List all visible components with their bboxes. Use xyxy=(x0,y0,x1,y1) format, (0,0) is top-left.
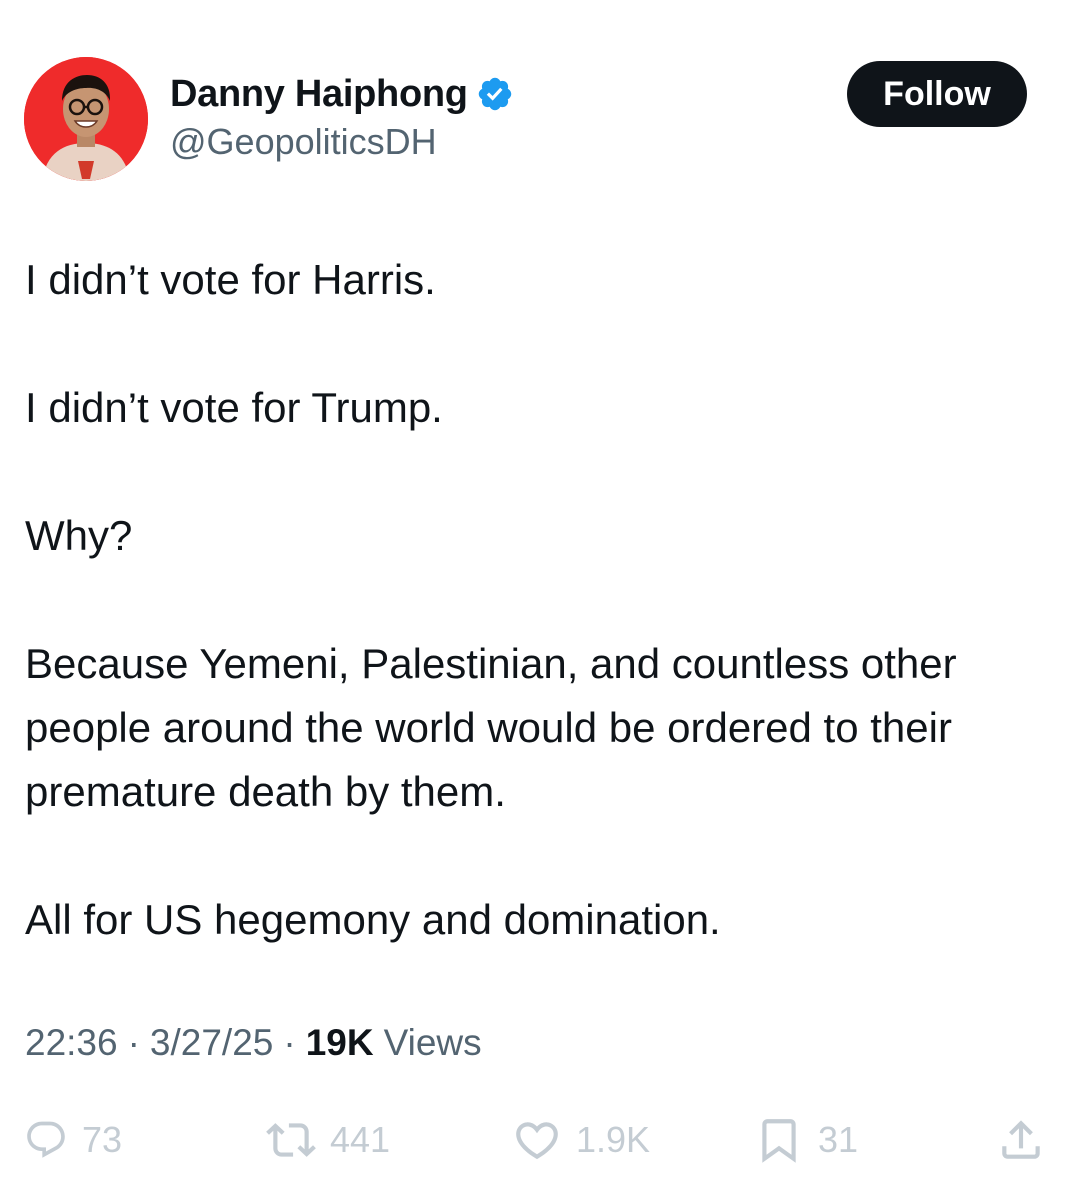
like-icon xyxy=(516,1122,558,1160)
share-icon xyxy=(1002,1120,1040,1159)
action-bar: 73 441 1.9K 31 xyxy=(24,1110,1049,1170)
tweet-date[interactable]: 3/27/25 xyxy=(150,1022,273,1064)
bookmark-button[interactable]: 31 xyxy=(754,1110,858,1170)
meta-separator: · xyxy=(283,1022,296,1063)
author-display-name[interactable]: Danny Haiphong xyxy=(170,73,468,116)
tweet-paragraph: I didn’t vote for Trump. xyxy=(25,384,443,431)
reply-icon xyxy=(27,1121,65,1158)
views-label: Views xyxy=(383,1022,482,1063)
bookmark-count: 31 xyxy=(818,1119,859,1160)
author-names: Danny Haiphong @GeopoliticsDH xyxy=(170,71,514,163)
verified-badge-icon xyxy=(478,77,511,111)
meta-separator: · xyxy=(127,1022,140,1063)
avatar[interactable] xyxy=(24,57,148,181)
like-button[interactable]: 1.9K xyxy=(512,1110,650,1170)
like-count: 1.9K xyxy=(576,1119,651,1160)
author-handle[interactable]: @GeopoliticsDH xyxy=(170,121,514,163)
tweet-paragraph: All for US hegemony and domination. xyxy=(25,896,721,943)
follow-button[interactable]: Follow xyxy=(847,61,1027,127)
tweet-paragraph: Why? xyxy=(25,512,133,559)
reply-button[interactable]: 73 xyxy=(24,1110,122,1170)
share-button[interactable] xyxy=(996,1110,1046,1170)
bookmark-icon xyxy=(762,1119,796,1163)
tweet-time[interactable]: 22:36 xyxy=(25,1022,118,1064)
reply-count: 73 xyxy=(82,1119,123,1160)
repost-button[interactable]: 441 xyxy=(266,1110,390,1170)
tweet-text: I didn’t vote for Harris. I didn’t vote … xyxy=(25,248,1045,952)
display-name-row: Danny Haiphong xyxy=(170,71,514,117)
tweet-paragraph: I didn’t vote for Harris. xyxy=(25,256,436,303)
tweet-paragraph: Because Yemeni, Palestinian, and countle… xyxy=(25,640,957,815)
repost-icon xyxy=(266,1123,316,1157)
tweet-header: Danny Haiphong @GeopoliticsDH Follow xyxy=(24,57,1027,181)
repost-count: 441 xyxy=(330,1119,391,1160)
views-count: 19K xyxy=(305,1022,374,1063)
tweet-meta: 22:36 · 3/27/25 · 19K Views xyxy=(25,1022,482,1064)
